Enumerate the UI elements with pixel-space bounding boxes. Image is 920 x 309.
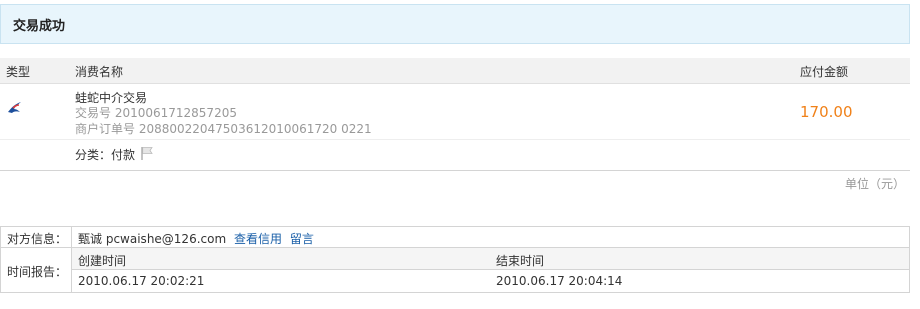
merchant-order-number: 商户订单号 20880022047503612010061720 0221: [75, 122, 372, 136]
transaction-info-table: 对方信息： 甄诚 pcwaishe@126.com 查看信用 留言 时间报告： …: [0, 226, 910, 293]
time-report-label: 时间报告：: [7, 265, 68, 279]
order-table-header: 类型 消费名称 应付金额: [0, 58, 910, 84]
category-label: 分类：付款: [75, 148, 136, 162]
column-header-type: 类型: [6, 65, 31, 79]
row-divider: [0, 139, 910, 140]
counterparty-label: 对方信息：: [7, 232, 68, 246]
amount-due: 170.00: [800, 103, 853, 121]
counterparty-name: 甄诚: [78, 232, 103, 246]
column-header-name: 消费名称: [75, 65, 124, 79]
time-header-row: [72, 248, 909, 269]
alipay-swallow-icon: [8, 102, 21, 113]
order-table: 类型 消费名称 应付金额 蛙蛇中介交易 交易号 2010061712857205…: [0, 58, 910, 171]
currency-unit: 单位（元）: [845, 177, 906, 191]
check-credit-link[interactable]: 查看信用: [234, 232, 282, 246]
counterparty-email: pcwaishe@126.com: [105, 232, 227, 246]
page-title: 交易成功: [13, 19, 66, 34]
ended-time-header: 结束时间: [496, 254, 545, 268]
created-time-value: 2010.06.17 20:02:21: [78, 274, 205, 288]
flag-icon[interactable]: [139, 145, 155, 161]
trade-number: 交易号 2010061712857205: [75, 106, 237, 120]
status-header: 交易成功: [0, 4, 910, 44]
counterparty-info: 甄诚 pcwaishe@126.com 查看信用 留言: [78, 230, 314, 247]
column-header-amount: 应付金额: [800, 65, 849, 79]
leave-message-link[interactable]: 留言: [290, 232, 314, 246]
ended-time-value: 2010.06.17 20:04:14: [496, 274, 623, 288]
row-divider: [72, 269, 909, 270]
created-time-header: 创建时间: [78, 254, 127, 268]
